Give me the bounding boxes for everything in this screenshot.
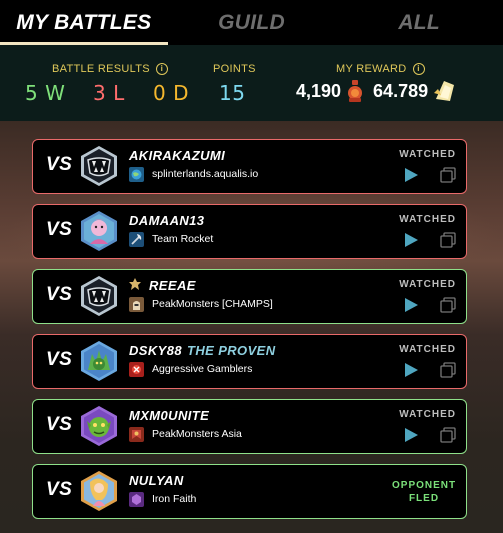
sps-token-icon [432,79,456,103]
points-heading: POINTS [213,63,256,75]
axe-guild-icon [129,232,144,247]
play-icon[interactable] [403,232,419,248]
opponent-name-text: REEAE [149,278,196,293]
purple-guild-icon [129,492,144,507]
watched-status: WATCHED [399,149,456,160]
points-label: POINTS [213,63,256,75]
mermaid-avatar-icon[interactable] [78,470,120,512]
battle-row[interactable]: VS DSKY88 THE PROVEN Aggressive Gamblers … [32,334,467,389]
guild-name[interactable]: PeakMonsters Asia [152,428,242,440]
watched-status: WATCHED [399,409,456,420]
battle-results-label: BATTLE RESULTS [52,63,150,75]
reward-potions-value: 4,190 [296,80,342,101]
goblin-avatar-icon[interactable] [78,405,120,447]
reward-label: MY REWARD [336,63,407,75]
battle-row[interactable]: VS DAMAAN13 Team Rocket WATCHED [32,204,467,259]
watched-status: WATCHED [399,344,456,355]
vs-label: VS [46,479,73,500]
vs-label: VS [46,349,73,370]
copy-icon[interactable] [440,232,456,248]
tab-all[interactable]: ALL [335,0,503,45]
battle-row[interactable]: VS REEAE PeakMonsters [CHAMPS] WATCHED [32,269,467,324]
reward-sps-value: 64.789 [373,80,429,101]
copy-icon[interactable] [440,362,456,378]
play-icon[interactable] [403,167,419,183]
copy-icon[interactable] [440,167,456,183]
opponent-name-text: AKIRAKAZUMI [129,148,226,163]
opponent-name[interactable]: AKIRAKAZUMI [129,148,225,163]
wins-count: 5 W [25,81,66,105]
opponent-name-text: NULYAN [129,473,184,488]
opponent-name-text: DAMAAN13 [129,213,205,228]
guild-name[interactable]: Aggressive Gamblers [152,363,252,375]
battle-row[interactable]: VS MXM0UNITE PeakMonsters Asia WATCHED [32,399,467,454]
battle-row[interactable]: VS NULYAN Iron Faith OPPONENT FLED [32,464,467,519]
vs-label: VS [46,219,73,240]
info-icon[interactable]: i [412,63,425,75]
opponent-fled-status: OPPONENT FLED [392,480,457,504]
guild-name[interactable]: splinterlands.aqualis.io [152,168,258,180]
vs-label: VS [46,154,73,175]
guild-name[interactable]: PeakMonsters [CHAMPS] [152,298,273,310]
vs-label: VS [46,414,73,435]
opponent-name[interactable]: NULYAN [129,473,184,488]
tab-bar: MY BATTLES GUILD ALL [0,0,503,45]
fanged-monster-avatar-icon[interactable] [78,275,120,317]
watched-status: WATCHED [399,214,456,225]
play-icon[interactable] [403,297,419,313]
tab-guild[interactable]: GUILD [168,0,336,45]
opponent-name[interactable]: DSKY88 THE PROVEN [129,343,276,358]
copy-icon[interactable] [440,427,456,443]
tab-my-battles[interactable]: MY BATTLES [0,0,168,45]
guild-name[interactable]: Iron Faith [152,493,196,505]
red-guild-icon [129,362,144,377]
battle-results-heading: BATTLE RESULTS i [52,63,168,75]
play-icon[interactable] [403,427,419,443]
info-icon[interactable]: i [155,63,168,75]
opponent-name-text: DSKY88 [129,343,182,358]
points-value: 15 [219,81,246,105]
battle-list: VS AKIRAKAZUMI splinterlands.aqualis.io [32,139,467,529]
opponent-name[interactable]: REEAE [129,278,196,295]
opponent-name[interactable]: DAMAAN13 [129,213,204,228]
banner-guild-icon [129,427,144,442]
green-creature-avatar-icon[interactable] [78,340,120,382]
vs-label: VS [46,284,73,305]
opponent-name[interactable]: MXM0UNITE [129,408,209,423]
potion-icon [345,79,365,103]
knight-guild-icon [129,297,144,312]
reward-heading: MY REWARD i [336,63,425,75]
battle-row[interactable]: VS AKIRAKAZUMI splinterlands.aqualis.io [32,139,467,194]
draws-count: 0 D [153,81,189,105]
copy-icon[interactable] [440,297,456,313]
reward-values: 4,190 64.789 [296,79,456,103]
watched-status: WATCHED [399,279,456,290]
guild-name[interactable]: Team Rocket [152,233,213,245]
opponent-name-text: MXM0UNITE [129,408,210,423]
fanged-monster-avatar-icon[interactable] [78,145,120,187]
play-icon[interactable] [403,362,419,378]
opponent-title: THE PROVEN [186,343,276,358]
stats-header: BATTLE RESULTS i 5 W 3 L 0 D POINTS 15 M… [0,45,503,121]
pink-character-avatar-icon[interactable] [78,210,120,252]
losses-count: 3 L [93,81,125,105]
world-guild-icon [129,167,144,182]
rank-crest-icon [129,278,141,295]
